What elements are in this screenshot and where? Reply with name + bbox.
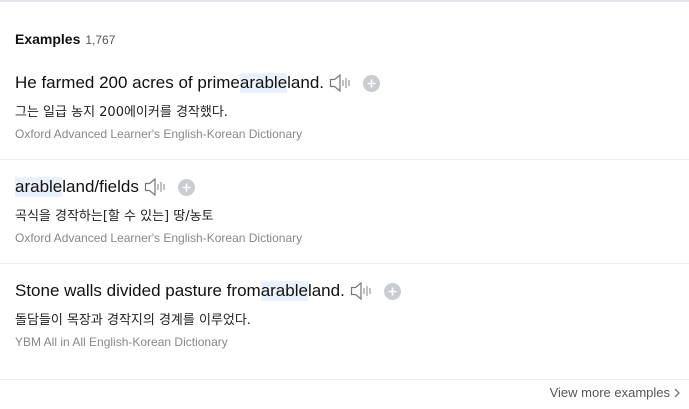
sentence-text: Stone walls divided pasture from xyxy=(15,281,261,300)
example-source: YBM All in All English-Korean Dictionary xyxy=(15,335,228,349)
example-translation: 돌담들이 목장과 경작지의 경계를 이루었다. xyxy=(15,313,251,328)
examples-count: 1,767 xyxy=(85,33,116,47)
sentence-text: land. xyxy=(307,281,345,300)
example-divider xyxy=(0,159,689,160)
view-more-label: View more examples xyxy=(549,385,670,400)
plus-icon[interactable] xyxy=(177,178,195,196)
example-divider xyxy=(0,379,689,380)
example-divider xyxy=(0,263,689,264)
chevron-right-icon xyxy=(674,388,680,397)
example-source: Oxford Advanced Learner's English-Korean… xyxy=(15,231,303,245)
sentence-text: land. xyxy=(287,73,325,92)
example-sentence: He farmed 200 acres of prime arable land… xyxy=(15,73,381,93)
speaker-icon[interactable] xyxy=(350,281,374,301)
keyword-highlight[interactable]: arable xyxy=(15,177,63,197)
examples-header: Examples 1,767 xyxy=(15,31,115,47)
plus-icon[interactable] xyxy=(383,282,401,300)
top-divider xyxy=(0,0,689,2)
sentence-text: land/fields xyxy=(62,177,139,196)
view-more-examples-link[interactable]: View more examples xyxy=(550,385,680,400)
plus-icon[interactable] xyxy=(363,74,381,92)
example-sentence: Stone walls divided pasture from arable … xyxy=(15,281,401,301)
example-source: Oxford Advanced Learner's English-Korean… xyxy=(15,127,303,141)
speaker-icon[interactable] xyxy=(329,73,353,93)
keyword-highlight[interactable]: arable xyxy=(239,73,288,93)
example-sentence: arable land/fields xyxy=(15,177,195,197)
examples-title: Examples xyxy=(15,31,81,47)
sentence-text: He farmed 200 acres of prime xyxy=(15,73,240,92)
example-translation: 그는 일급 농지 200에이커를 경작했다. xyxy=(15,105,228,120)
speaker-icon[interactable] xyxy=(144,177,168,197)
example-translation: 곡식을 경작하는[할 수 있는] 땅/농토 xyxy=(15,209,214,224)
keyword-highlight[interactable]: arable xyxy=(260,281,308,301)
